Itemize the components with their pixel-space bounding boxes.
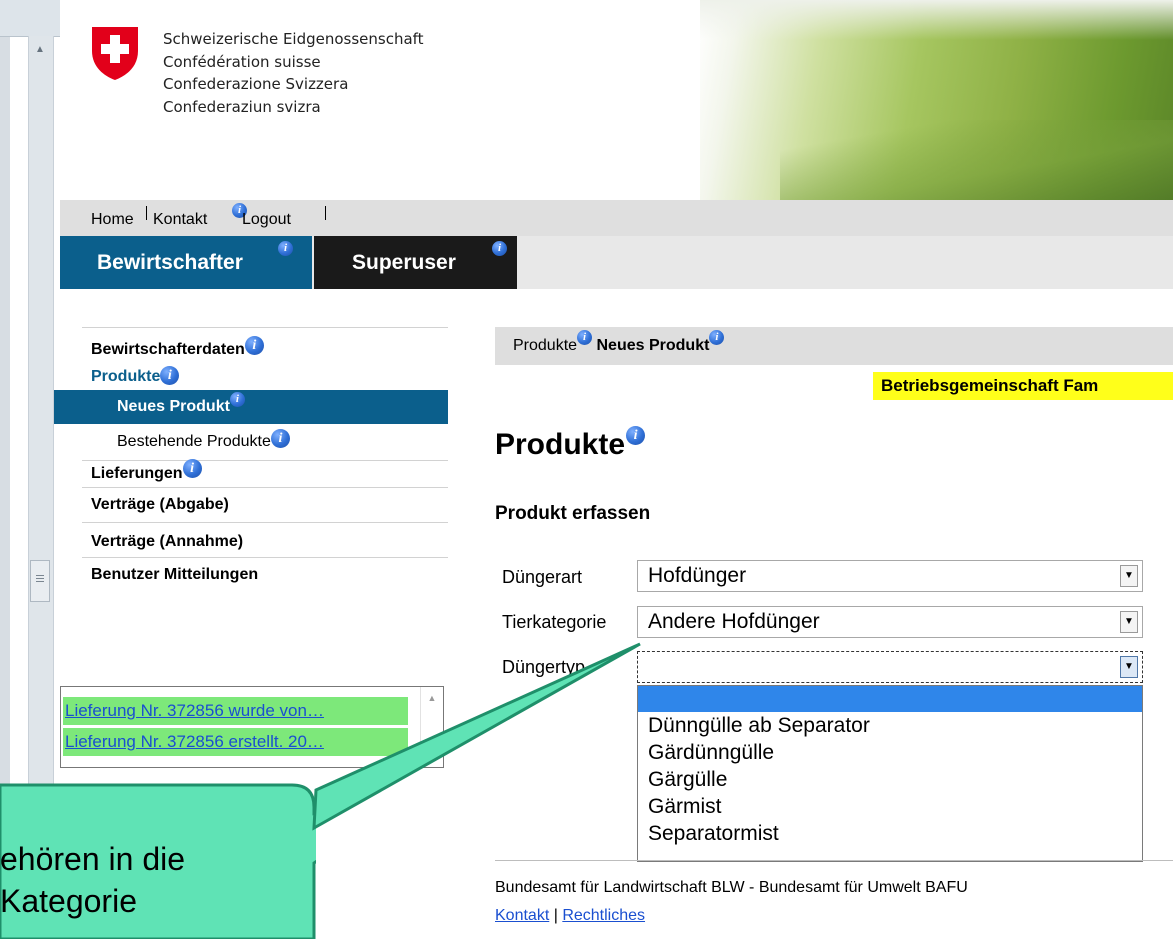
- tab-label: Superuser: [352, 251, 456, 274]
- info-icon[interactable]: i: [270, 429, 290, 448]
- footer-links: Kontakt | Rechtliches: [495, 907, 645, 925]
- confederation-line-fr: Confédération suisse: [163, 52, 321, 71]
- tab-label: Bewirtschafter: [97, 251, 243, 274]
- sidebar-item-label: Neues Produkt: [117, 398, 230, 415]
- info-icon[interactable]: i: [244, 336, 264, 355]
- tab-bewirtschafter[interactable]: Bewirtschafter i: [60, 236, 312, 289]
- confederation-line-it: Confederazione Svizzera: [163, 75, 349, 93]
- chevron-down-icon[interactable]: ▼: [1120, 611, 1138, 633]
- info-icon[interactable]: i: [709, 330, 725, 345]
- duengerart-select[interactable]: Hofdünger ▼: [637, 560, 1143, 592]
- contact-link[interactable]: Kontakt: [153, 211, 207, 229]
- dropdown-option-empty[interactable]: [638, 686, 1142, 712]
- section-title: Produkt erfassen: [495, 503, 651, 524]
- confederation-line-de: Schweizerische Eidgenossenschaft: [163, 30, 424, 48]
- info-icon[interactable]: i: [626, 426, 646, 445]
- scrollbar-thumb[interactable]: [30, 560, 50, 602]
- info-icon[interactable]: i: [229, 392, 245, 407]
- sidebar-item-label: Bestehende Produkte: [117, 433, 271, 450]
- duengertyp-select[interactable]: ▼: [637, 651, 1143, 683]
- sidebar-item-label: Produkte: [91, 368, 161, 385]
- duengertyp-dropdown-list: Dünngülle ab Separator Gärdünngülle Gärg…: [637, 685, 1143, 862]
- footer-separator: |: [553, 907, 558, 924]
- notification-link[interactable]: Lieferung Nr. 372856 erstellt. 20…: [65, 732, 324, 751]
- tab-superuser-info-icon[interactable]: i: [492, 241, 507, 256]
- sidebar-item-label: Benutzer Mitteilungen: [91, 566, 259, 583]
- dropdown-option[interactable]: Gärgülle: [638, 766, 1142, 793]
- sidebar-item-label: Verträge (Abgabe): [91, 496, 229, 513]
- home-link[interactable]: Home: [91, 211, 134, 229]
- footer-contact-link[interactable]: Kontakt: [495, 907, 549, 924]
- footer-legal-link[interactable]: Rechtliches: [562, 907, 645, 924]
- dropdown-option[interactable]: Gärdünngülle: [638, 739, 1142, 766]
- sidebar-item-label: Lieferungen: [91, 465, 183, 482]
- callout-pointer: [312, 642, 641, 831]
- info-icon[interactable]: i: [160, 366, 180, 385]
- sidebar-item-produkte[interactable]: Produkte i: [82, 364, 448, 390]
- tierkategorie-value: Andere Hofdünger: [648, 610, 820, 633]
- notification-link[interactable]: Lieferung Nr. 372856 wurde von…: [65, 701, 324, 720]
- dropdown-option[interactable]: Gärmist: [638, 793, 1142, 820]
- header-landscape-image: [700, 0, 1173, 200]
- tab-superuser[interactable]: Superuser i: [314, 236, 517, 289]
- tierkategorie-label: Tierkategorie: [502, 612, 607, 632]
- breadcrumb-produkte[interactable]: Produkte: [513, 337, 577, 354]
- farm-name-banner: Betriebsgemeinschaft Fam: [873, 372, 1173, 400]
- info-icon[interactable]: i: [182, 459, 202, 478]
- footer-divider: [495, 860, 1173, 861]
- site-header: Schweizerische Eidgenossenschaft Confédé…: [60, 0, 1173, 200]
- window-top-left-corner: [0, 0, 60, 37]
- chevron-down-icon[interactable]: ▼: [1120, 656, 1138, 678]
- breadcrumb-current: Neues Produkt: [596, 337, 710, 354]
- meta-separator: [325, 206, 326, 220]
- meta-separator: [146, 206, 147, 220]
- page-title: Produkte i: [495, 426, 646, 462]
- page-title-text: Produkte: [495, 428, 626, 461]
- breadcrumb: Produkte i Neues Produkt i: [495, 327, 1173, 365]
- sidebar-item-vertraege-annahme[interactable]: Verträge (Annahme): [82, 522, 448, 557]
- callout-text: ehören in die Kategorie: [0, 838, 185, 922]
- sidebar-item-lieferungen[interactable]: Lieferungen i: [82, 459, 448, 487]
- meta-navigation: Home Kontakt i Logout: [60, 200, 1173, 236]
- duengerart-value: Hofdünger: [648, 564, 747, 587]
- footer-agencies: Bundesamt für Landwirtschaft BLW - Bunde…: [495, 879, 968, 896]
- dropdown-option[interactable]: Separatormist: [638, 820, 1142, 847]
- main-tabs: Bewirtschafter i Superuser i: [60, 236, 1173, 289]
- sidebar-item-neues-produkt[interactable]: Neues Produkt i: [54, 390, 448, 424]
- sidebar: Bewirtschafterdaten i Produkte i Neues Pro…: [54, 327, 448, 592]
- sidebar-item-bestehende-produkte[interactable]: Bestehende Produkte i: [82, 424, 448, 460]
- dropdown-option[interactable]: Dünngülle ab Separator: [638, 712, 1142, 739]
- sidebar-item-benutzer-mitteilungen[interactable]: Benutzer Mitteilungen: [82, 557, 448, 592]
- info-icon[interactable]: i: [577, 330, 593, 345]
- callout-line: ehören in die: [0, 841, 186, 877]
- tab-bewirtschafter-info-icon[interactable]: i: [278, 241, 293, 256]
- sidebar-item-vertraege-abgabe[interactable]: Verträge (Abgabe): [82, 487, 448, 522]
- confederation-line-rm: Confederaziun svizra: [163, 97, 321, 116]
- sidebar-item-label: Bewirtschafterdaten: [91, 341, 245, 358]
- duengerart-label: Düngerart: [502, 567, 583, 587]
- callout-line: Kategorie: [0, 883, 137, 919]
- chevron-down-icon[interactable]: ▼: [1120, 565, 1138, 587]
- tierkategorie-select[interactable]: Andere Hofdünger ▼: [637, 606, 1143, 638]
- scroll-up-icon[interactable]: ▲: [30, 40, 50, 60]
- swiss-cross-shield-icon: [92, 27, 138, 80]
- sidebar-item-label: Verträge (Annahme): [91, 533, 244, 550]
- sidebar-item-bewirtschafterdaten[interactable]: Bewirtschafterdaten i: [82, 327, 448, 364]
- confederation-names: Schweizerische Eidgenossenschaft Confédé…: [163, 28, 424, 118]
- logout-link[interactable]: Logout: [242, 211, 291, 229]
